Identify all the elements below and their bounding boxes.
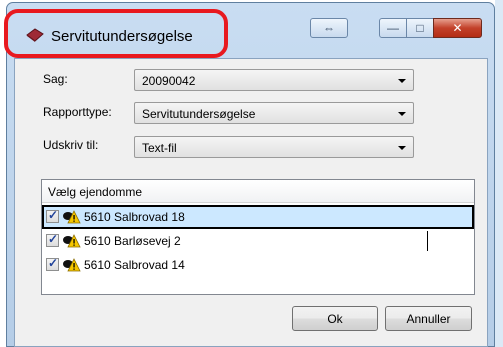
close-button[interactable]: ✕ bbox=[433, 18, 482, 38]
property-label: 5610 Salbrovad 14 bbox=[84, 258, 185, 272]
property-checkbox[interactable]: ✓ bbox=[46, 208, 59, 223]
maximize-icon: □ bbox=[416, 21, 424, 35]
report-type-label: Rapporttype: bbox=[43, 105, 112, 119]
minimize-icon: — bbox=[387, 21, 399, 35]
property-checkbox[interactable]: ✓ bbox=[46, 256, 59, 271]
property-list-header-label: Vælg ejendomme bbox=[48, 185, 143, 199]
report-type-value: Servitutundersøgelse bbox=[142, 107, 256, 121]
minimize-button[interactable]: — bbox=[379, 18, 407, 38]
list-item[interactable]: ✓ 5610 Salbrovad 14 bbox=[42, 253, 474, 277]
check-icon: ✓ bbox=[48, 232, 59, 246]
book-icon bbox=[26, 28, 44, 42]
title-bar[interactable]: Servitutundersøgelse ⇔ — □ ✕ bbox=[7, 3, 494, 51]
chevron-down-icon bbox=[398, 79, 406, 83]
background-right bbox=[495, 0, 503, 347]
print-to-label: Udskriv til: bbox=[43, 138, 99, 152]
case-value: 20090042 bbox=[142, 74, 196, 88]
swap-arrows-button[interactable]: ⇔ bbox=[310, 18, 348, 38]
cancel-button[interactable]: Annuller bbox=[385, 306, 472, 331]
case-label: Sag: bbox=[43, 72, 68, 86]
print-to-dropdown[interactable]: Text-fil bbox=[134, 136, 414, 158]
dialog-window: Servitutundersøgelse ⇔ — □ ✕ Sag: 200900… bbox=[6, 2, 495, 347]
property-label: 5610 Barløsevej 2 bbox=[84, 234, 181, 248]
list-item[interactable]: ✓ 5610 Salbrovad 18 bbox=[42, 205, 474, 229]
list-item[interactable]: ✓ 5610 Barløsevej 2 bbox=[42, 229, 474, 253]
chevron-down-icon bbox=[398, 112, 406, 116]
check-icon: ✓ bbox=[48, 256, 59, 270]
close-icon: ✕ bbox=[452, 21, 463, 35]
print-to-value: Text-fil bbox=[142, 141, 177, 155]
dialog-client-area: Sag: 20090042 Rapporttype: Servitutunder… bbox=[14, 58, 488, 347]
property-list-header[interactable]: Vælg ejendomme bbox=[42, 180, 474, 203]
text-cursor bbox=[427, 231, 428, 251]
ok-button[interactable]: Ok bbox=[292, 306, 378, 331]
window-title: Servitutundersøgelse bbox=[51, 28, 193, 45]
swap-arrows-icon: ⇔ bbox=[323, 21, 335, 35]
check-icon: ✓ bbox=[48, 208, 59, 222]
case-dropdown[interactable]: 20090042 bbox=[134, 69, 414, 91]
report-type-dropdown[interactable]: Servitutundersøgelse bbox=[134, 102, 414, 124]
property-checkbox[interactable]: ✓ bbox=[46, 232, 59, 247]
property-label: 5610 Salbrovad 18 bbox=[84, 210, 185, 224]
property-list[interactable]: Vælg ejendomme ✓ 5610 Salbrovad 18 ✓ 561… bbox=[41, 179, 475, 295]
warning-property-icon bbox=[63, 210, 81, 224]
warning-property-icon bbox=[63, 234, 81, 248]
warning-property-icon bbox=[63, 258, 81, 272]
maximize-button[interactable]: □ bbox=[406, 18, 434, 38]
chevron-down-icon bbox=[398, 146, 406, 150]
